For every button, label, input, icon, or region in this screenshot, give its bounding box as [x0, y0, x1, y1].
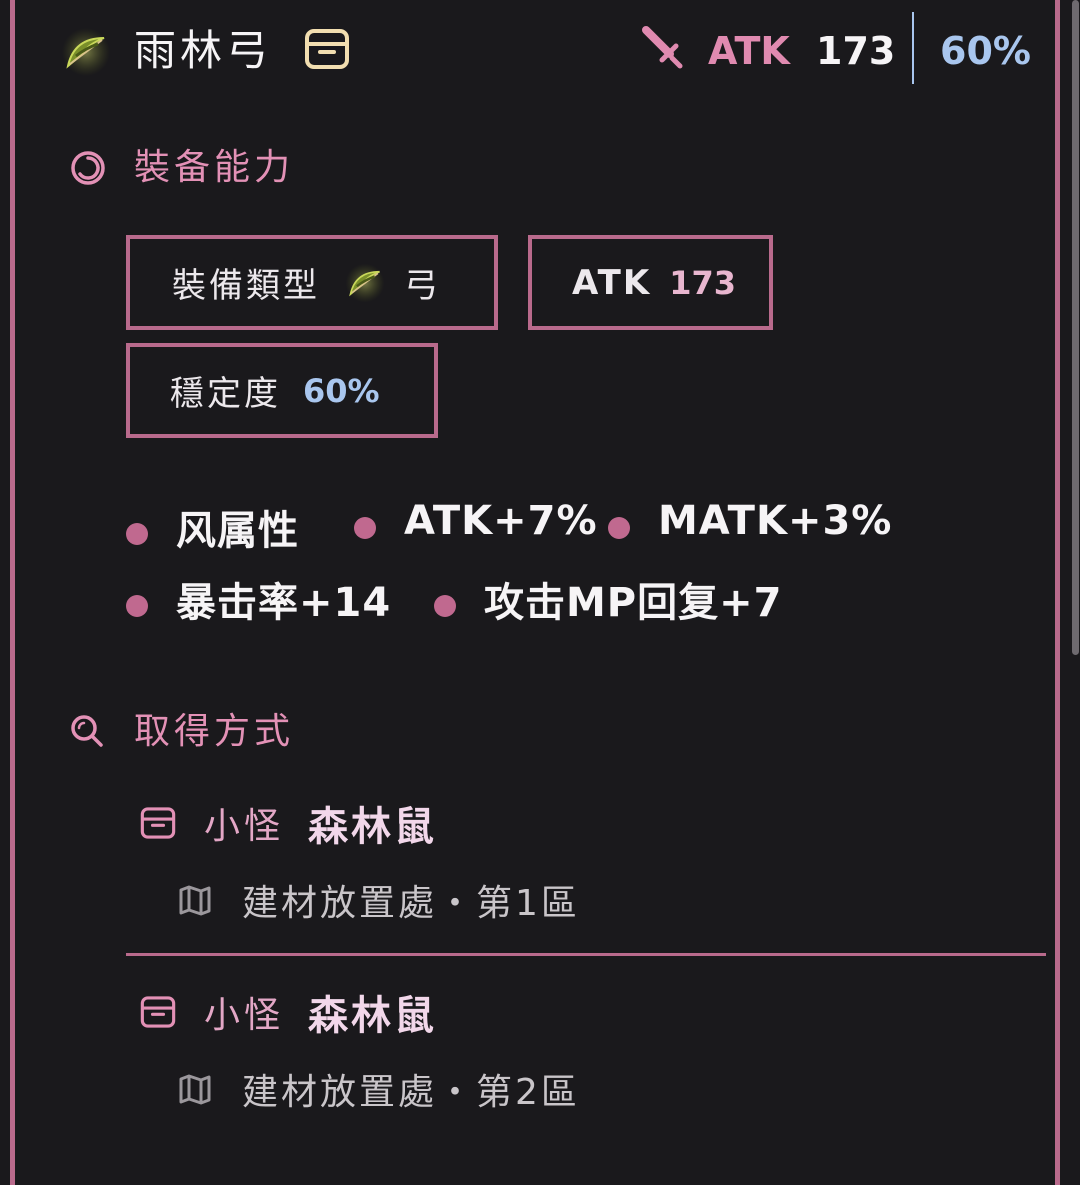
source-type: 小怪: [204, 995, 285, 1036]
atk-box-value: 173: [669, 263, 737, 302]
trait-item: 攻击MP回复+7: [434, 570, 782, 628]
bullet-dot: [126, 595, 148, 617]
trait-text: ATK+7%: [404, 498, 598, 544]
header-atk-value: 173: [816, 29, 896, 73]
bullet-dot: [354, 517, 376, 539]
panel-border-right: [1055, 0, 1060, 1185]
trait-text: MATK+3%: [658, 498, 893, 544]
panel-border-left: [10, 0, 15, 1185]
equip-section-title: 裝备能力: [134, 147, 295, 188]
map-icon: [179, 885, 211, 916]
source-name[interactable]: 森林鼠: [308, 983, 437, 1041]
source-divider: [126, 953, 1046, 956]
bow-icon: [62, 28, 110, 76]
stability-label: 穩定度: [170, 374, 281, 414]
source-name[interactable]: 森林鼠: [308, 794, 437, 852]
map-icon: [179, 1074, 211, 1105]
source-location[interactable]: 建材放置處・第2區: [178, 1065, 580, 1113]
box-icon: [305, 29, 349, 69]
bullet-dot: [608, 517, 630, 539]
bullet-dot: [434, 595, 456, 617]
search-icon: [71, 715, 103, 747]
stability-value: 60%: [303, 371, 380, 410]
trait-text: 暴击率+14: [176, 580, 392, 626]
trait-item: 风属性: [126, 498, 299, 556]
location-text: 建材放置處・第1區: [242, 883, 580, 924]
item-header: 雨林弓 ATK 173 60%: [60, 12, 1040, 88]
trait-text: 攻击MP回复+7: [484, 580, 783, 626]
header-stability-value: 60%: [940, 29, 1031, 73]
box-icon: [140, 996, 176, 1028]
atk-box: ATK 173: [528, 235, 773, 330]
sword-icon: [642, 26, 683, 69]
equip-type-label: 裝備類型: [172, 266, 320, 306]
source-entry[interactable]: 小怪 森林鼠: [140, 987, 437, 1039]
bow-icon: [345, 263, 385, 302]
obtain-section-title: 取得方式: [134, 711, 295, 752]
trait-text: 风属性: [176, 508, 299, 554]
item-name: 雨林弓: [134, 26, 273, 75]
equip-type-value: 弓: [404, 266, 441, 306]
atk-box-label: ATK: [572, 262, 652, 303]
scrollbar-thumb[interactable]: [1072, 0, 1079, 655]
box-icon: [140, 807, 176, 839]
header-atk-label: ATK: [708, 29, 790, 73]
location-text: 建材放置處・第2區: [242, 1072, 580, 1113]
header-divider: [912, 12, 914, 84]
source-type: 小怪: [204, 806, 285, 847]
trait-item: ATK+7%: [354, 498, 598, 544]
trait-item: 暴击率+14: [126, 570, 391, 628]
swirl-icon: [71, 151, 105, 185]
equip-type-box: 裝備類型 弓: [126, 235, 498, 330]
trait-item: MATK+3%: [608, 498, 892, 544]
stability-box: 穩定度 60%: [126, 343, 438, 438]
source-location[interactable]: 建材放置處・第1區: [178, 876, 580, 924]
source-entry[interactable]: 小怪 森林鼠: [140, 798, 437, 850]
bullet-dot: [126, 523, 148, 545]
item-detail-panel: 雨林弓 ATK 173 60% 裝备能力 裝備類型 弓 ATK 173 穩定度 …: [0, 0, 1080, 1185]
